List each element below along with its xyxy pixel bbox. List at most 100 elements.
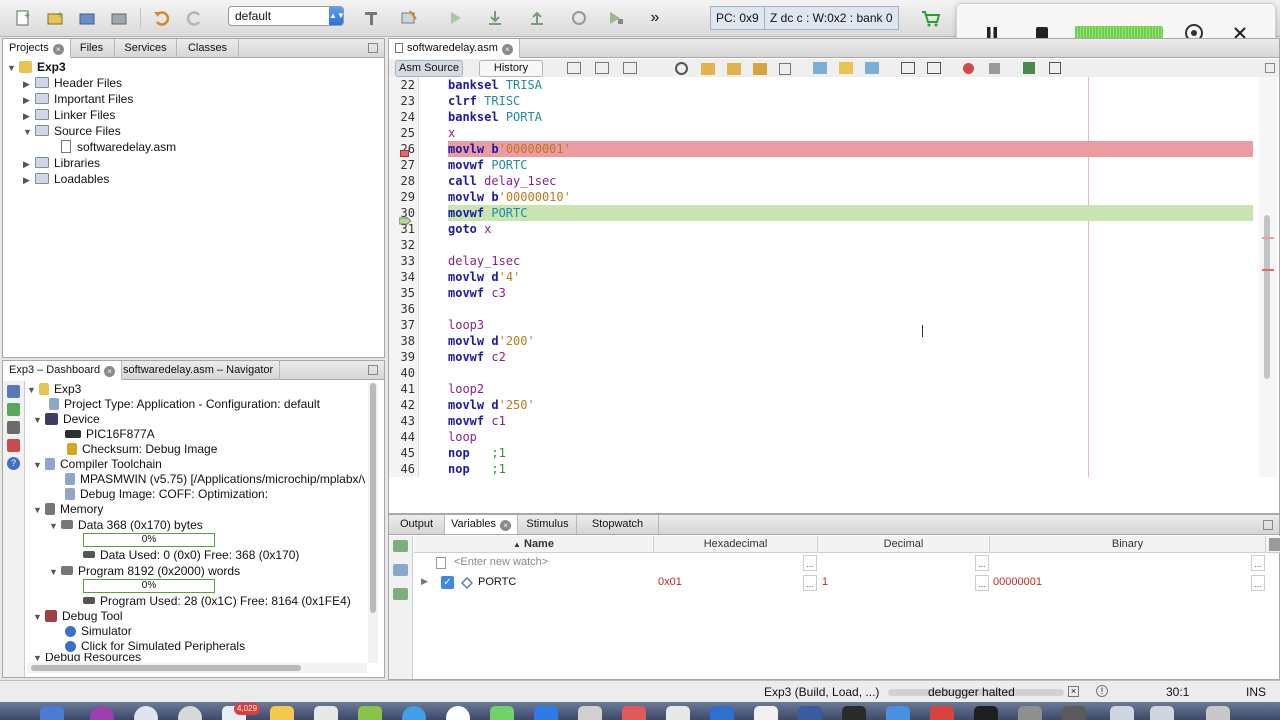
watch-decimal-value[interactable]: 1: [822, 576, 828, 588]
editor-vscrollbar[interactable]: [1259, 77, 1277, 477]
code-line[interactable]: banksel PORTA: [448, 109, 1253, 125]
tree-linker-files[interactable]: ▶ Linker Files: [23, 107, 115, 123]
more-tools-chevron-icon[interactable]: »: [644, 7, 666, 29]
scroll-thumb[interactable]: [1264, 215, 1270, 379]
finder-icon[interactable]: [40, 706, 64, 720]
dashboard-vscrollbar[interactable]: [368, 383, 378, 663]
folder-icon[interactable]: [1110, 706, 1134, 720]
code-line[interactable]: delay_1sec: [448, 253, 1253, 269]
code-line[interactable]: movlw b'00000001': [448, 141, 1253, 157]
cart-icon[interactable]: [920, 7, 942, 29]
cancel-task-icon[interactable]: ×: [1068, 686, 1079, 697]
new-project-icon[interactable]: +: [44, 7, 66, 29]
dash-memory[interactable]: ▼ Memory: [33, 501, 103, 517]
find-next-icon[interactable]: [727, 63, 741, 75]
dash-click-sim[interactable]: Click for Simulated Peripherals: [65, 638, 245, 654]
code-line[interactable]: movlw d'250': [448, 397, 1253, 413]
shift-left-icon[interactable]: [901, 62, 915, 74]
tab-dashboard[interactable]: Exp3 – Dashboard ×: [3, 361, 123, 380]
maximize-icon[interactable]: [1265, 63, 1275, 73]
app-icon[interactable]: [578, 706, 602, 720]
toggle-rect-select-icon[interactable]: [779, 63, 791, 75]
breakpoint-icon[interactable]: [400, 150, 409, 157]
memory-icon[interactable]: [7, 421, 20, 434]
close-tab-icon[interactable]: ×: [500, 520, 512, 531]
build-status[interactable]: Exp3 (Build, Load, ...): [764, 685, 879, 699]
notifications-icon[interactable]: !: [1096, 685, 1108, 697]
undo-icon[interactable]: [150, 7, 172, 29]
help-icon[interactable]: ?: [7, 457, 20, 470]
tab-output[interactable]: Output: [389, 515, 445, 534]
download-icon[interactable]: [484, 7, 506, 29]
code-line[interactable]: loop2: [448, 381, 1253, 397]
run-icon[interactable]: [444, 7, 466, 29]
find-icon[interactable]: [675, 62, 688, 75]
code-line[interactable]: movlw d'4': [448, 269, 1253, 285]
close-tab-icon[interactable]: ×: [52, 44, 64, 55]
hold-reset-icon[interactable]: [568, 7, 590, 29]
upload-icon[interactable]: [526, 7, 548, 29]
add-watch-icon[interactable]: [393, 588, 408, 600]
app-icon[interactable]: [842, 706, 866, 720]
tab-classes[interactable]: Classes: [177, 39, 239, 58]
app-icon[interactable]: [402, 706, 426, 720]
tree-header-files[interactable]: ▶ Header Files: [23, 75, 122, 91]
code-line[interactable]: movwf c2: [448, 349, 1253, 365]
ellipsis-button[interactable]: ...: [975, 575, 989, 591]
build-icon[interactable]: [360, 7, 382, 29]
tree-important-files[interactable]: ▶ Important Files: [23, 91, 133, 107]
maximize-icon[interactable]: [368, 43, 378, 53]
tab-softwaredelay[interactable]: softwaredelay.asm ×: [389, 39, 520, 58]
history-tab[interactable]: History: [479, 60, 543, 77]
tab-navigator[interactable]: softwaredelay.asm – Navigator: [117, 361, 281, 380]
tab-projects[interactable]: Projects ×: [3, 39, 71, 58]
ellipsis-button[interactable]: ...: [803, 575, 817, 591]
column-chooser-icon[interactable]: [1269, 538, 1280, 551]
next-bookmark-icon[interactable]: [839, 62, 853, 74]
tree-source-file[interactable]: softwaredelay.asm: [61, 139, 176, 155]
terminal-icon[interactable]: [974, 706, 998, 720]
code-line[interactable]: [448, 365, 1253, 381]
ellipsis-button[interactable]: ...: [1251, 575, 1265, 591]
code-line[interactable]: nop ;1: [448, 461, 1253, 477]
ellipsis-button[interactable]: ...: [803, 555, 817, 571]
app-icon[interactable]: [314, 706, 338, 720]
find-previous-icon[interactable]: [701, 63, 715, 75]
watch-enabled-checkbox[interactable]: ✓: [441, 576, 454, 589]
app-icon[interactable]: [178, 706, 202, 720]
previous-bookmark-icon[interactable]: [813, 62, 827, 74]
code-line[interactable]: movwf c1: [448, 413, 1253, 429]
tab-services[interactable]: Services: [115, 39, 177, 58]
tab-stopwatch[interactable]: Stopwatch: [577, 515, 659, 534]
uncomment-icon[interactable]: [1049, 62, 1061, 74]
last-edit-icon[interactable]: [567, 62, 581, 74]
close-tab-icon[interactable]: ×: [104, 366, 116, 377]
asm-source-tab[interactable]: Asm Source: [395, 60, 463, 77]
tree-source-files[interactable]: ▼ Source Files: [23, 123, 121, 139]
configuration-select[interactable]: default ▲▼: [228, 6, 345, 26]
forward-icon[interactable]: [623, 62, 637, 74]
app-icon[interactable]: [358, 706, 382, 720]
app-icon[interactable]: [886, 706, 910, 720]
code-editor[interactable]: 22 banksel TRISA 23 clrf TRISC 24 banksel POR…: [389, 77, 1279, 477]
close-tab-icon[interactable]: ×: [501, 44, 513, 55]
scroll-thumb[interactable]: [31, 665, 301, 671]
redo-icon[interactable]: [184, 7, 206, 29]
ellipsis-button[interactable]: ...: [1251, 555, 1265, 571]
app-icon[interactable]: [930, 706, 954, 720]
dash-device[interactable]: ▼ Device: [33, 411, 100, 427]
new-file-icon[interactable]: +: [12, 7, 34, 29]
app-icon[interactable]: [534, 706, 558, 720]
dashboard-hscrollbar[interactable]: [27, 663, 367, 673]
app-icon[interactable]: [666, 706, 690, 720]
dash-compiler[interactable]: ▼ Compiler Toolchain: [33, 456, 162, 472]
safari-icon[interactable]: [134, 706, 158, 720]
pdf-icon[interactable]: [7, 439, 20, 452]
open-project-icon[interactable]: [76, 7, 98, 29]
watch-hex-value[interactable]: 0x01: [658, 576, 682, 588]
column-binary[interactable]: Binary: [990, 536, 1266, 553]
code-line[interactable]: banksel TRISA: [448, 77, 1253, 93]
code-line[interactable]: clrf TRISC: [448, 93, 1253, 109]
comment-icon[interactable]: [1023, 62, 1035, 74]
code-line[interactable]: [448, 237, 1253, 253]
